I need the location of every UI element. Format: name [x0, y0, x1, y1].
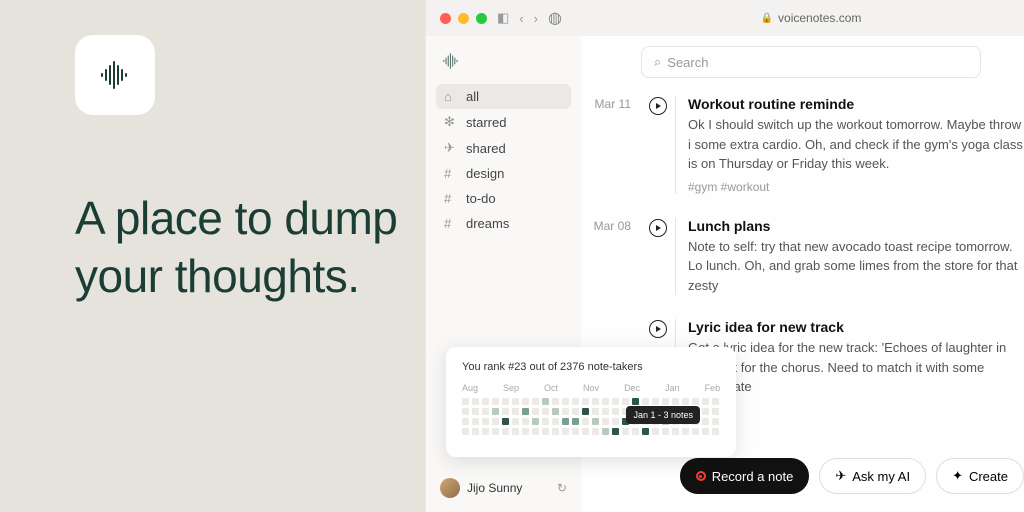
sidebar-item-design[interactable]: # design — [436, 161, 571, 186]
avatar — [440, 478, 460, 498]
create-label: Create — [969, 469, 1008, 484]
search-icon: ⌕ — [654, 54, 661, 70]
play-icon[interactable] — [649, 219, 667, 237]
note-date: Mar 08 — [581, 218, 631, 296]
sidebar-item-label: starred — [466, 115, 506, 130]
note-tags: #gym #workout — [688, 180, 1024, 194]
sidebar-item-label: to-do — [466, 191, 496, 206]
heatmap-card: You rank #23 out of 2376 note-takers Aug… — [446, 347, 736, 457]
send-icon: ✈ — [444, 140, 458, 156]
hash-icon: # — [444, 216, 458, 231]
privacy-shield-icon[interactable]: ◍ — [548, 8, 562, 28]
lock-icon: 🔒 — [761, 13, 773, 24]
back-icon[interactable]: ‹ — [519, 11, 523, 26]
play-icon[interactable] — [649, 320, 667, 338]
heatmap-tooltip: Jan 1 - 3 notes — [626, 406, 700, 424]
sidebar-item-starred[interactable]: ✻ starred — [436, 109, 571, 135]
sidebar: ⌂ all ✻ starred ✈ shared # design # to-d… — [426, 36, 581, 512]
app-logo — [75, 35, 155, 115]
note-title: Lyric idea for new track — [688, 319, 1024, 335]
ask-label: Ask my AI — [852, 469, 910, 484]
send-icon: ✈ — [835, 468, 846, 484]
sidebar-item-dreams[interactable]: # dreams — [436, 211, 571, 236]
hash-icon: # — [444, 166, 458, 181]
user-name: Jijo Sunny — [467, 481, 522, 495]
home-icon: ⌂ — [444, 89, 458, 104]
note-text: Note to self: try that new avocado toast… — [688, 237, 1024, 296]
url-text: voicenotes.com — [778, 11, 861, 25]
note-title: Lunch plans — [688, 218, 1024, 234]
history-icon[interactable]: ↻ — [557, 481, 567, 495]
play-icon[interactable] — [649, 97, 667, 115]
note-text: Ok I should switch up the workout tomorr… — [688, 115, 1024, 174]
browser-toolbar: ◧ ‹ › ◍ 🔒 voicenotes.com — [426, 0, 1024, 36]
sidebar-item-label: design — [466, 166, 504, 181]
sidebar-toggle-icon[interactable]: ◧ — [497, 10, 509, 26]
forward-icon[interactable]: › — [534, 11, 538, 26]
sidebar-item-todo[interactable]: # to-do — [436, 186, 571, 211]
traffic-lights[interactable] — [440, 13, 487, 24]
user-row[interactable]: Jijo Sunny ↻ — [440, 478, 567, 498]
note-row[interactable]: Mar 11 Workout routine reminde Ok I shou… — [581, 96, 1024, 218]
sidebar-item-label: dreams — [466, 216, 509, 231]
logo-small[interactable] — [440, 50, 462, 72]
heatmap-grid[interactable]: Jan 1 - 3 notes — [462, 398, 720, 435]
sidebar-item-label: shared — [466, 141, 506, 156]
star-icon: ✻ — [444, 114, 458, 130]
heatmap-months: AugSepOctNovDecJanFeb — [462, 383, 720, 393]
heatmap-title: You rank #23 out of 2376 note-takers — [462, 361, 720, 373]
record-button[interactable]: Record a note — [680, 458, 810, 494]
record-label: Record a note — [712, 469, 794, 484]
note-row[interactable]: Mar 08 Lunch plans Note to self: try tha… — [581, 218, 1024, 320]
hero-tagline: A place to dump your thoughts. — [75, 190, 425, 305]
sidebar-item-all[interactable]: ⌂ all — [436, 84, 571, 109]
url-bar[interactable]: 🔒 voicenotes.com — [612, 11, 1010, 25]
action-bar: Record a note ✈ Ask my AI ✦ Create — [680, 458, 1024, 494]
record-icon — [696, 471, 706, 481]
note-title: Workout routine reminde — [688, 96, 1024, 112]
note-text: Got a lyric idea for the new track: 'Ech… — [688, 338, 1024, 397]
create-button[interactable]: ✦ Create — [936, 458, 1024, 494]
sparkle-icon: ✦ — [952, 468, 963, 484]
sidebar-item-label: all — [466, 89, 479, 104]
hash-icon: # — [444, 191, 458, 206]
ask-ai-button[interactable]: ✈ Ask my AI — [819, 458, 926, 494]
sidebar-item-shared[interactable]: ✈ shared — [436, 135, 571, 161]
search-input[interactable]: ⌕ Search — [641, 46, 981, 78]
note-date: Mar 11 — [581, 96, 631, 194]
search-placeholder: Search — [667, 55, 708, 70]
